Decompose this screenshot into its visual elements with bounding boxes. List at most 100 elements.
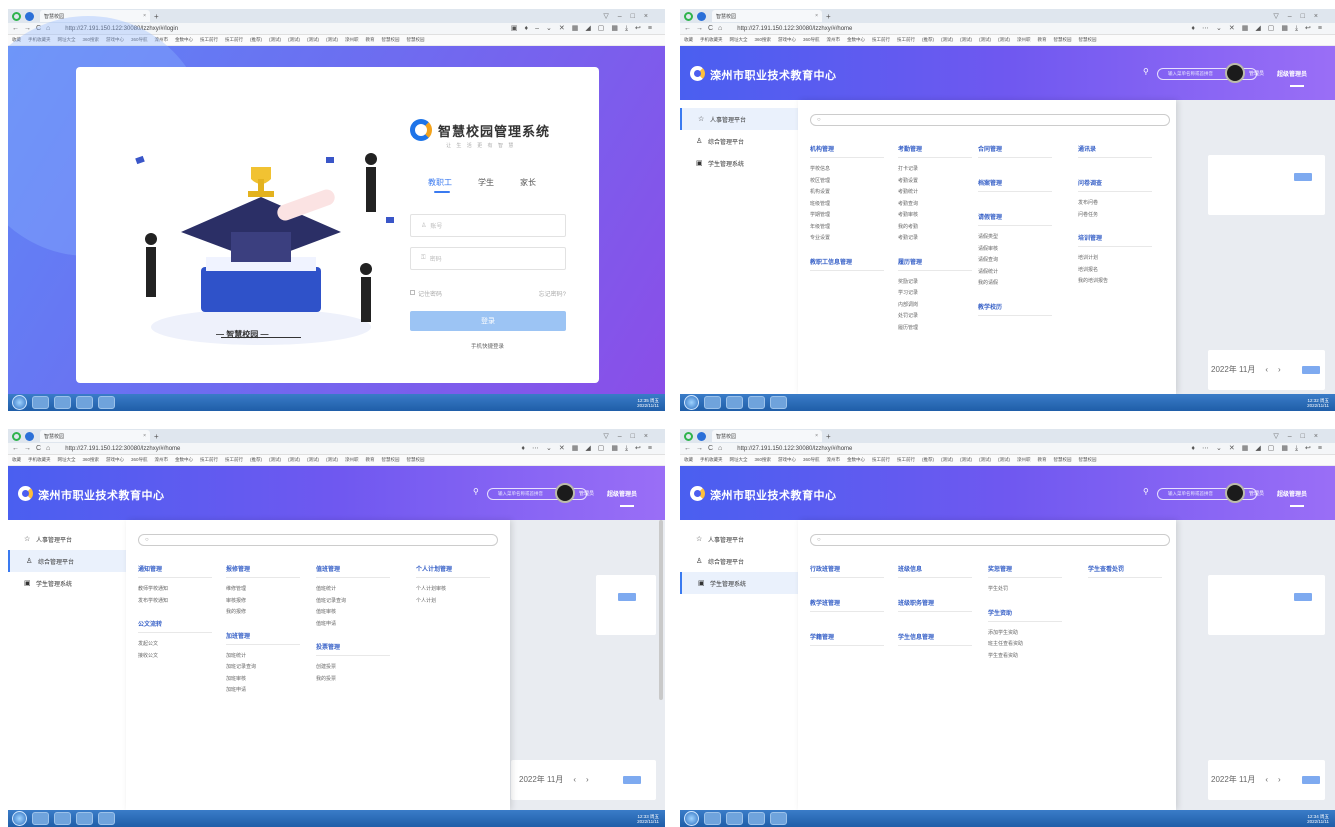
bookmark-item[interactable]: 智慧校园 [1079, 457, 1097, 463]
account-input[interactable]: ♙ 账号 [410, 214, 566, 237]
menu-group-title[interactable]: 机构管理 [810, 144, 884, 158]
taskbar-app-icon[interactable] [54, 812, 71, 825]
bookmark-item[interactable]: (测试) [960, 37, 972, 43]
bookmark-item[interactable]: 技工前行 [200, 37, 218, 43]
bookmark-item[interactable]: (推荐) [250, 37, 262, 43]
bookmark-item[interactable]: 网址大全 [730, 457, 748, 463]
menu-group-title[interactable]: 学生资助 [988, 608, 1062, 622]
sidebar-item-hr[interactable]: ☆ 人事管理平台 [680, 528, 798, 550]
menu-group-title[interactable]: 履历管理 [898, 257, 972, 271]
menu-item[interactable]: 维修管理 [226, 584, 300, 596]
prev-month-icon[interactable]: ‹ [1265, 775, 1268, 784]
taskbar-clock[interactable]: 12:33 周五 2022/11/11 [637, 814, 659, 824]
sidebar-item-hr[interactable]: ☆ 人事管理平台 [8, 528, 126, 550]
bookmark-item[interactable]: 收藏 [12, 457, 21, 463]
menu-item[interactable]: 学校信息 [810, 164, 884, 176]
start-icon[interactable] [12, 395, 27, 410]
bookmark-item[interactable]: (测试) [288, 457, 300, 463]
toolbar-icons[interactable]: ▣♦–⌄✕▦◢▢▦⤓↩≡ [511, 24, 659, 33]
sidebar-item-student[interactable]: ▣ 学生管理系统 [680, 152, 798, 174]
browser-tab[interactable]: 智慧校园 × [712, 430, 822, 442]
taskbar-app-icon[interactable] [704, 812, 721, 825]
next-month-icon[interactable]: › [1278, 775, 1281, 784]
menu-item[interactable]: 加班统计 [226, 651, 300, 663]
new-tab-icon[interactable]: + [826, 432, 831, 441]
more-button[interactable] [1294, 173, 1312, 181]
bookmark-item[interactable]: 手机收藏夹 [700, 457, 723, 463]
menu-item[interactable]: 学习记录 [898, 288, 972, 300]
menu-item[interactable]: 奖励记录 [898, 277, 972, 289]
menu-item[interactable]: 值班记录查询 [316, 596, 390, 608]
bookmark-item[interactable]: 360导航 [131, 457, 148, 463]
tab-parent[interactable]: 家长 [520, 177, 536, 188]
taskbar-app-icon[interactable] [726, 396, 743, 409]
menu-group-title[interactable]: 档案管理 [978, 178, 1052, 192]
bookmark-item[interactable]: 金数中心 [847, 37, 865, 43]
menu-item[interactable]: 发起公文 [138, 639, 212, 651]
bookmark-item[interactable]: (推荐) [922, 457, 934, 463]
bookmark-item[interactable]: (测试) [979, 457, 991, 463]
bookmark-item[interactable]: (测试) [307, 457, 319, 463]
start-icon[interactable] [12, 811, 27, 826]
menu-item[interactable]: 学生处罚 [988, 584, 1062, 596]
taskbar-app-icon[interactable] [32, 396, 49, 409]
taskbar-clock[interactable]: 12:35 周五 2022/11/11 [637, 398, 659, 408]
url-text[interactable]: http://27.191.150.122:30080/lzzhxy/#/hom… [737, 26, 852, 32]
bookmark-item[interactable]: 金数中心 [175, 457, 193, 463]
menu-search-input[interactable]: ○ [810, 534, 1170, 546]
bookmark-item[interactable]: (测试) [326, 37, 338, 43]
bookmark-item[interactable]: 滦州市 [155, 457, 169, 463]
browser-home-icon[interactable] [697, 11, 706, 21]
bookmark-item[interactable]: 教育 [366, 37, 375, 43]
close-tab-icon[interactable]: × [143, 433, 146, 439]
menu-group-title[interactable]: 教学校历 [978, 302, 1052, 316]
bookmark-item[interactable]: 360搜索 [755, 457, 772, 463]
menu-group-title[interactable]: 报修管理 [226, 564, 300, 578]
menu-item[interactable]: 创建投票 [316, 662, 390, 674]
bookmark-item[interactable]: (测试) [979, 37, 991, 43]
browser-tab[interactable]: 智慧校园 × [712, 10, 822, 22]
bookmark-item[interactable]: 技工前行 [200, 457, 218, 463]
menu-group-title[interactable]: 班级信息 [898, 564, 972, 578]
bookmark-item[interactable]: 滦州市 [827, 457, 841, 463]
menu-search-input[interactable]: ○ [810, 114, 1170, 126]
menu-item[interactable]: 培训计划 [1078, 253, 1152, 265]
next-month-icon[interactable]: › [586, 775, 589, 784]
address-bar[interactable]: ←→C⌂ http://27.191.150.122:30080/lzzhxy/#… [680, 23, 1335, 35]
more-button[interactable] [1294, 593, 1312, 601]
menu-item[interactable]: 审核报修 [226, 596, 300, 608]
menu-group-title[interactable]: 问卷调查 [1078, 178, 1152, 192]
menu-group-title[interactable]: 通讯录 [1078, 144, 1152, 158]
bookmark-item[interactable]: (测试) [998, 457, 1010, 463]
menu-group-title[interactable]: 班级职务管理 [898, 598, 972, 612]
bookmark-item[interactable]: 智慧校园 [1054, 37, 1072, 43]
menu-group-title[interactable]: 合同管理 [978, 144, 1052, 158]
menu-item[interactable]: 个人计划 [416, 596, 490, 608]
more-button[interactable] [623, 776, 641, 784]
forgot-password-link[interactable]: 忘记密码? [539, 289, 566, 298]
bookmark-item[interactable]: 智慧校园 [407, 37, 425, 43]
url-text[interactable]: http://27.191.150.122:30080/lzzhxy/#/hom… [65, 446, 180, 452]
bookmark-item[interactable]: 手机收藏夹 [700, 37, 723, 43]
bookmark-item[interactable]: 360导航 [803, 457, 820, 463]
menu-group-title[interactable]: 请假管理 [978, 212, 1052, 226]
taskbar-app-icon[interactable] [32, 812, 49, 825]
search-icon[interactable]: ⚲ [1143, 487, 1149, 496]
menu-item[interactable]: 考勤审核 [898, 210, 972, 222]
window-controls[interactable]: ▽–□× [603, 12, 657, 20]
address-bar[interactable]: ←→C⌂ http://27.191.150.122:30080/lzzhxy/#… [680, 443, 1335, 455]
user-name[interactable]: 管理员 [1249, 70, 1264, 77]
bookmark-item[interactable]: 教育 [1038, 37, 1047, 43]
taskbar-app-icon[interactable] [726, 812, 743, 825]
bookmark-item[interactable]: (测试) [998, 37, 1010, 43]
menu-group-title[interactable]: 公文流转 [138, 619, 212, 633]
menu-item[interactable]: 考勤统计 [898, 187, 972, 199]
menu-item[interactable]: 值班统计 [316, 584, 390, 596]
bookmark-item[interactable]: 智慧校园 [1054, 457, 1072, 463]
menu-item[interactable]: 考勤记录 [898, 233, 972, 245]
menu-item[interactable]: 请假类型 [978, 232, 1052, 244]
close-tab-icon[interactable]: × [815, 433, 818, 439]
menu-item[interactable]: 发布问卷 [1078, 198, 1152, 210]
menu-item[interactable]: 我的培训报告 [1078, 276, 1152, 288]
nav-buttons[interactable]: ←→C⌂ [684, 25, 727, 32]
